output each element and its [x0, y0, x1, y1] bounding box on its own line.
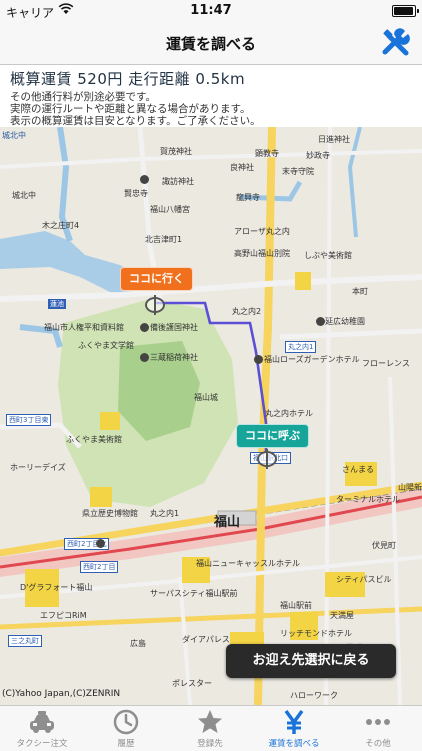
- tab-label: 履歴: [117, 739, 135, 749]
- map-label: 福山市人権平和資料館: [44, 323, 124, 332]
- hotel-icon: [254, 355, 263, 364]
- tab-label: その他: [365, 739, 391, 749]
- tab-other[interactable]: その他: [336, 706, 420, 751]
- pickup-pin-icon[interactable]: [257, 449, 277, 469]
- map-label: 本町: [352, 287, 368, 296]
- map-badge: 蓮池: [48, 299, 66, 309]
- map-label: アローザ丸之内: [234, 227, 290, 236]
- map-label: 龍興寺: [236, 193, 260, 202]
- map-badge: 西町3丁目東: [6, 414, 52, 426]
- tab-history[interactable]: 履歴: [84, 706, 168, 751]
- shrine-icon: [140, 323, 149, 332]
- tools-icon[interactable]: [380, 27, 412, 59]
- map-badge: 西町2丁目: [80, 561, 119, 573]
- nav-bar: 運賃を調べる: [0, 22, 422, 65]
- battery-icon: [392, 5, 419, 17]
- bus-stop-icon: [96, 539, 105, 548]
- tab-registered[interactable]: 登録先: [168, 706, 252, 751]
- station-label: 福山: [214, 515, 241, 530]
- map-label: 賢忠寺: [124, 189, 148, 198]
- map-label: 北吉津町1: [145, 235, 183, 244]
- map-label: ホーリーデイズ: [10, 463, 66, 472]
- map-label: 福山城: [194, 393, 218, 402]
- tab-label: 登録先: [197, 739, 223, 749]
- map-label: サーパスシティ福山駅前: [150, 589, 238, 598]
- map-label: ダイアパレス: [182, 635, 230, 644]
- map-label: 福山ニューキャッスルホテル: [196, 559, 300, 568]
- map-label: 高野山福山別院: [234, 249, 290, 258]
- map-label: D'グラフォート福山: [20, 583, 93, 592]
- map-label: 広島: [130, 639, 146, 648]
- map-label: ターミナルホテル: [336, 495, 400, 504]
- map-label: 福山駅前: [280, 601, 312, 610]
- fare-info-panel: 概算運賃 520円 走行距離 0.5km その他通行料が別途必要です。 実際の運…: [0, 65, 422, 127]
- tab-bar: タクシー注文 履歴 登録先 運賃を調べる その他: [0, 705, 422, 751]
- map-copyright: (C)Yahoo Japan,(C)ZENRIN: [2, 689, 121, 699]
- map-label: 諏訪神社: [162, 177, 194, 186]
- map-label: さんまる: [342, 465, 374, 474]
- map-label: ふくやま文学館: [78, 341, 134, 350]
- map-label: フローレンス: [362, 359, 410, 368]
- map-label: ポレスター: [172, 679, 212, 688]
- map-label: 賀茂神社: [160, 147, 192, 156]
- star-icon: [198, 710, 222, 733]
- map-label: 丸之内1: [150, 509, 180, 518]
- map-label: 福山八幡宮: [150, 205, 190, 214]
- map-label: 三蔵稲荷神社: [150, 353, 198, 362]
- map-label: 丸之内2: [232, 307, 262, 316]
- map-label: 妙政寺: [306, 151, 330, 160]
- map-label: ハローワーク: [290, 691, 338, 700]
- more-icon: [366, 719, 390, 725]
- map-label: 延広幼稚園: [325, 317, 365, 326]
- fare-summary: 概算運賃 520円 走行距離 0.5km: [10, 70, 246, 88]
- map-label: 顕教寺: [255, 149, 279, 158]
- map-label: 伏見町: [372, 541, 396, 550]
- map-label: 日進神社: [318, 135, 350, 144]
- map-label: 木之庄町4: [42, 221, 80, 230]
- map-label: シティパスビル: [336, 575, 392, 584]
- destination-callout[interactable]: ココに行く: [120, 267, 193, 291]
- tab-label: 運賃を調べる: [268, 739, 320, 749]
- map-label: 城北中: [2, 131, 26, 140]
- status-bar: キャリア 11:47: [0, 0, 422, 22]
- tab-label: タクシー注文: [16, 739, 68, 749]
- map-label: 福山ローズガーデンホテル: [264, 355, 360, 364]
- map-label: しぶや美術館: [304, 251, 352, 260]
- shrine-icon: [140, 353, 149, 362]
- school-icon: [316, 317, 325, 326]
- map-label: 城北中: [12, 191, 36, 200]
- map-view[interactable]: 城北中 城北中 木之庄町4 北吉津町1 アローザ丸之内 高野山福山別院 しぶや美…: [0, 127, 422, 705]
- taxi-icon: [30, 711, 54, 733]
- page-title: 運賃を調べる: [165, 35, 256, 53]
- map-label: 備後護国神社: [150, 323, 198, 332]
- map-label: リッチモンドホテル: [280, 629, 352, 638]
- map-label: エフピコRiM: [40, 611, 87, 620]
- tab-fare-lookup[interactable]: 運賃を調べる: [252, 706, 336, 751]
- map-label: 県立歴史博物館: [82, 509, 138, 518]
- yen-icon: [284, 709, 304, 734]
- pickup-callout[interactable]: ココに呼ぶ: [236, 424, 309, 448]
- map-badge: 三之丸町: [8, 635, 42, 647]
- shrine-icon: [140, 175, 149, 184]
- map-label: 良神社: [230, 163, 254, 172]
- map-label: 丸之内ホテル: [265, 409, 313, 418]
- note-line: 表示の概算運賃は目安となります。ご了承ください。: [10, 115, 261, 127]
- return-to-pickup-button[interactable]: お迎え先選択に戻る: [226, 644, 396, 678]
- map-label: ふくやま美術館: [66, 435, 122, 444]
- map-label: 山陽新幹線: [398, 483, 422, 492]
- destination-pin-icon[interactable]: [145, 295, 165, 315]
- clock-label: 11:47: [190, 3, 232, 18]
- tab-taxi-order[interactable]: タクシー注文: [0, 706, 84, 751]
- clock-icon: [113, 709, 139, 735]
- map-label: 天満屋: [330, 611, 354, 620]
- map-label: 末寺守院: [282, 167, 314, 176]
- map-badge: 丸之内1: [285, 341, 317, 353]
